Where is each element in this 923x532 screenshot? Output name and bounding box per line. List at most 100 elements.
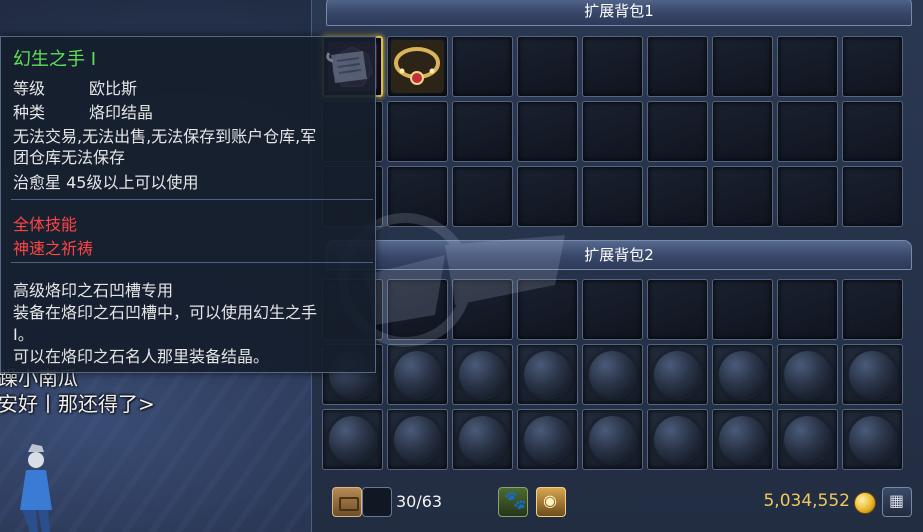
inventory-slot[interactable] [647,279,708,340]
level-label: 等级 [13,79,46,98]
grid-icon: ▦ [889,491,905,510]
locked-slot-orb-icon [719,416,766,463]
coin-stack-icon: ◉ [543,491,557,510]
inventory-slot[interactable] [452,36,513,97]
gold-amount: 5,034,552 [763,491,850,511]
inventory-slot[interactable] [517,166,578,227]
inventory-slot[interactable] [712,279,773,340]
inventory-slot[interactable] [842,279,903,340]
inventory-slot[interactable] [387,101,448,162]
jeweled-necklace-icon [391,40,444,93]
chat-line: 安好丨那还得了> [0,392,155,416]
locked-slot[interactable] [452,344,513,405]
inventory-slot[interactable] [842,166,903,227]
treasure-box-icon[interactable] [332,487,362,517]
divider [11,199,373,200]
inventory-slot[interactable] [582,279,643,340]
description-line: 装备在烙印之石凹槽中，可以使用幻生之手 [13,303,318,322]
inventory-slot[interactable] [777,101,838,162]
skill-category: 全体技能 [13,215,78,234]
locked-slot[interactable] [322,409,383,470]
locked-slot-orb-icon [524,416,571,463]
locked-slot[interactable] [777,409,838,470]
inventory-slot[interactable] [777,36,838,97]
inventory-slot[interactable] [647,166,708,227]
requirement-text: 治愈星 45级以上可以使用 [13,173,199,192]
bag2-grid [322,279,903,470]
locked-slot[interactable] [517,344,578,405]
inventory-slot[interactable] [777,279,838,340]
locked-slot[interactable] [842,344,903,405]
description-line: 高级烙印之石凹槽专用 [13,281,174,300]
locked-slot-orb-icon [589,351,636,398]
locked-slot-orb-icon [459,416,506,463]
inventory-slot[interactable] [647,36,708,97]
locked-slot-orb-icon [459,351,506,398]
locked-slot[interactable] [452,409,513,470]
scroll-icon [326,51,367,83]
inventory-bottom-bar: 30/63 🐾 ◉ 5,034,552 ▦ [326,484,912,524]
inventory-slot[interactable] [712,36,773,97]
inventory-slot[interactable] [712,166,773,227]
inventory-slot[interactable] [452,166,513,227]
locked-slot[interactable] [712,344,773,405]
inventory-slot[interactable] [582,166,643,227]
inventory-slot[interactable] [387,166,448,227]
inventory-slot[interactable] [517,279,578,340]
inventory-slot[interactable] [452,101,513,162]
locked-slot-orb-icon [524,351,571,398]
locked-slot-orb-icon [784,351,831,398]
pet-button[interactable]: 🐾 [498,487,528,517]
locked-slot[interactable] [387,344,448,405]
locked-slot[interactable] [647,409,708,470]
inventory-slot[interactable] [452,279,513,340]
inventory-slot[interactable] [842,101,903,162]
locked-slot-orb-icon [394,351,441,398]
item-tooltip: 幻生之手 I 等级 欧比斯 种类 烙印结晶 无法交易,无法出售,无法保存到账户仓… [0,36,376,373]
locked-slot-orb-icon [329,416,376,463]
inventory-slot[interactable] [712,101,773,162]
level-value: 欧比斯 [89,79,138,98]
locked-slot-orb-icon [654,416,701,463]
locked-slot-orb-icon [849,416,896,463]
inventory-slot[interactable] [582,101,643,162]
locked-slot[interactable] [842,409,903,470]
bag1-grid [322,36,903,227]
coin-stack-button[interactable]: ◉ [536,487,566,517]
locked-slot[interactable] [387,409,448,470]
bag2-title: 扩展背包2 [326,240,912,270]
bag-slot-icon [362,487,392,517]
locked-slot[interactable] [582,344,643,405]
divider [11,262,373,263]
inventory-slot[interactable] [517,101,578,162]
inventory-slot[interactable] [777,166,838,227]
grid-toggle-button[interactable]: ▦ [882,487,912,517]
locked-slot-orb-icon [654,351,701,398]
restriction-text: 团仓库无法保存 [13,148,126,167]
description-line: 可以在烙印之石名人那里装备结晶。 [13,347,270,366]
inventory-slot[interactable] [647,101,708,162]
type-label: 种类 [13,103,46,122]
inventory-slot[interactable] [387,279,448,340]
locked-slot[interactable] [647,344,708,405]
locked-slot-orb-icon [784,416,831,463]
type-value: 烙印结晶 [89,103,154,122]
inventory-slot[interactable] [387,36,448,97]
player-character[interactable] [8,440,58,532]
locked-slot[interactable] [777,344,838,405]
locked-slot[interactable] [517,409,578,470]
gold-coin-icon [854,492,876,514]
locked-slot[interactable] [712,409,773,470]
bag1-title: 扩展背包1 [326,0,912,26]
bag-capacity: 30/63 [396,492,443,511]
inventory-slot[interactable] [517,36,578,97]
skill-name: 神速之祈祷 [13,239,94,258]
locked-slot-orb-icon [849,351,896,398]
inventory-slot[interactable] [842,36,903,97]
paw-icon: 🐾 [504,490,527,511]
item-name: 幻生之手 I [13,49,97,70]
inventory-slot[interactable] [582,36,643,97]
locked-slot[interactable] [582,409,643,470]
inventory-window: 扩展背包1 扩展背包2 30/63 🐾 ◉ 5,034,552 ▦ [311,0,923,532]
description-line: I。 [13,325,34,344]
